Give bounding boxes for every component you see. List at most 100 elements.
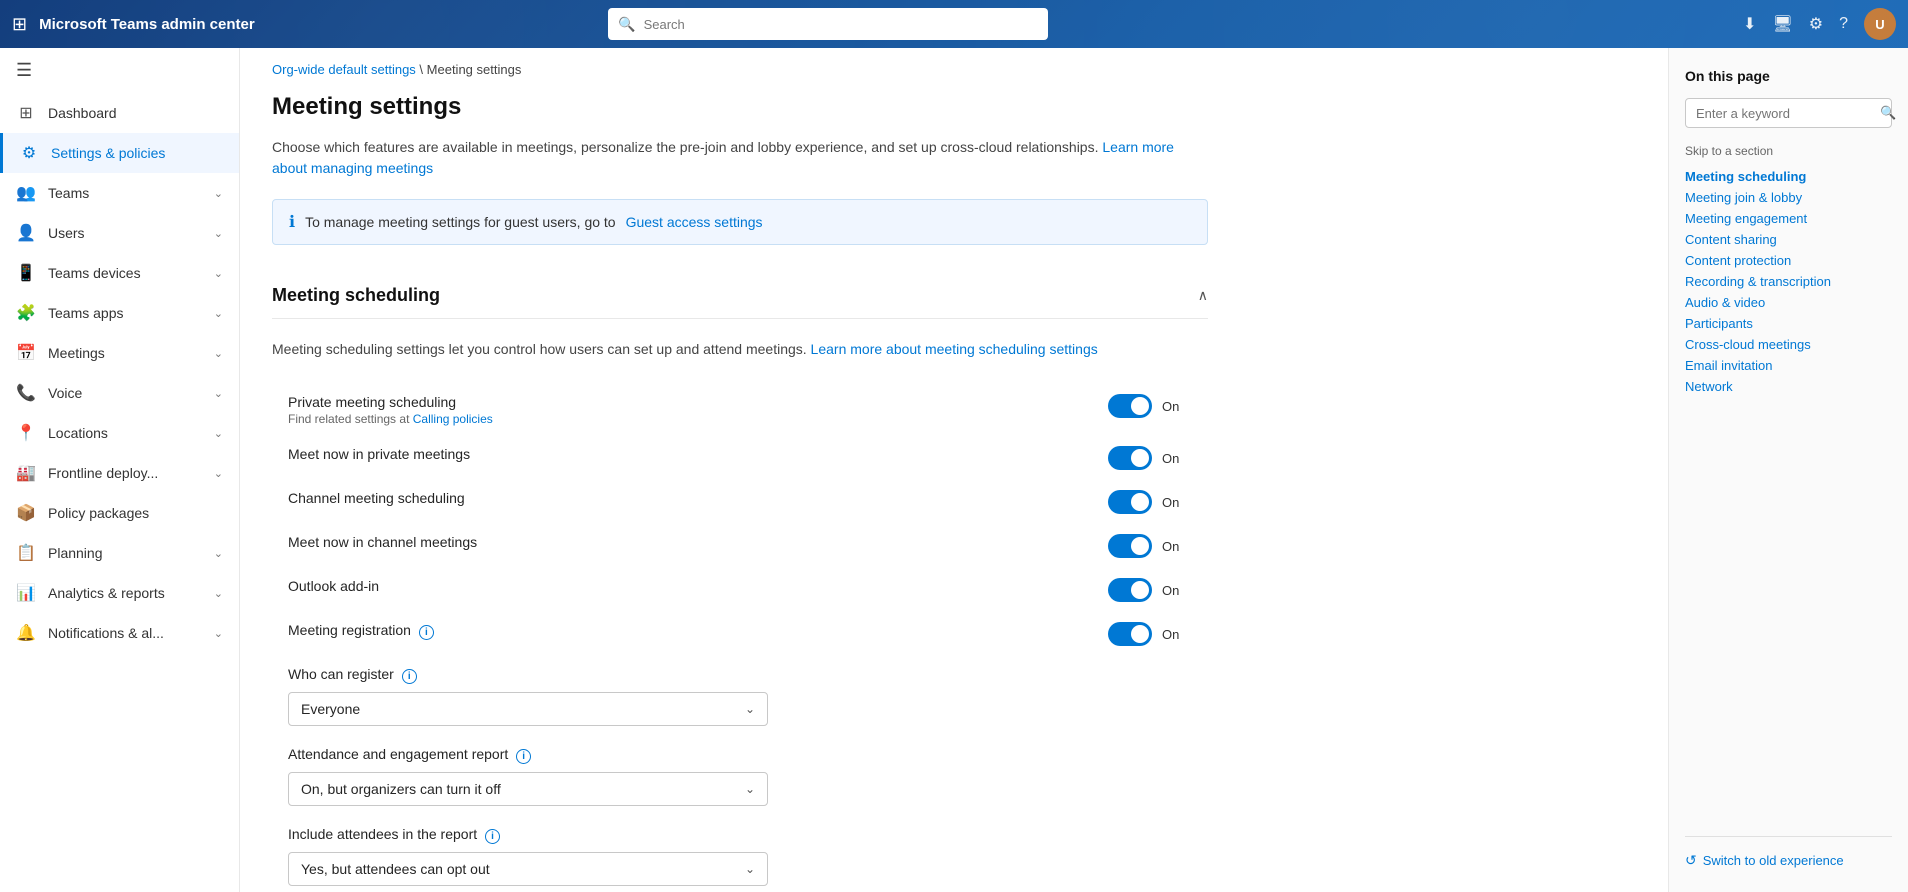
toggle-label: On <box>1162 583 1179 598</box>
grid-icon[interactable]: ⊞ <box>12 14 27 35</box>
meetings-icon: 📅 <box>16 343 36 363</box>
nav-recording-transcription[interactable]: Recording & transcription <box>1685 271 1892 292</box>
info-circle-icon[interactable]: i <box>516 749 531 764</box>
section-collapse-icon: ∧ <box>1198 287 1208 304</box>
sidebar-item-voice[interactable]: 📞 Voice ⌄ <box>0 373 239 413</box>
locations-icon: 📍 <box>16 423 36 443</box>
sidebar: ☰ ⊞ Dashboard ⚙ Settings & policies 👥 Te… <box>0 48 240 892</box>
policy-packages-icon: 📦 <box>16 503 36 523</box>
sidebar-item-teams-apps[interactable]: 🧩 Teams apps ⌄ <box>0 293 239 333</box>
dashboard-icon: ⊞ <box>16 103 36 123</box>
sidebar-item-locations[interactable]: 📍 Locations ⌄ <box>0 413 239 453</box>
outlook-addin-toggle[interactable] <box>1108 578 1152 602</box>
setting-label-col: Outlook add-in <box>288 578 1092 594</box>
meet-now-channel-toggle[interactable] <box>1108 534 1152 558</box>
search-icon: 🔍 <box>1880 105 1896 121</box>
monitor-icon[interactable]: 🖥 <box>1772 14 1792 34</box>
meeting-registration-toggle[interactable] <box>1108 622 1152 646</box>
setting-label: Outlook add-in <box>288 578 1092 594</box>
toggle-label: On <box>1162 627 1179 642</box>
nav-email-invitation[interactable]: Email invitation <box>1685 355 1892 376</box>
chevron-down-icon: ⌄ <box>745 782 755 796</box>
refresh-icon: ↺ <box>1685 852 1697 869</box>
section-description: Meeting scheduling settings let you cont… <box>272 339 1208 360</box>
sidebar-label: Planning <box>48 545 202 561</box>
sidebar-label: Settings & policies <box>51 145 223 161</box>
search-bar[interactable]: 🔍 <box>608 8 1048 40</box>
setting-control: On <box>1108 622 1208 646</box>
include-attendees-dropdown[interactable]: Yes, but attendees can opt out ⌄ <box>288 852 768 886</box>
settings-icon[interactable]: ⚙ <box>1809 14 1823 34</box>
keyword-search[interactable]: 🔍 <box>1685 98 1892 128</box>
sidebar-item-policy-packages[interactable]: 📦 Policy packages <box>0 493 239 533</box>
calling-policies-link[interactable]: Calling policies <box>413 412 493 426</box>
nav-content-protection[interactable]: Content protection <box>1685 250 1892 271</box>
guest-access-link[interactable]: Guest access settings <box>626 214 763 230</box>
meet-now-private-toggle[interactable] <box>1108 446 1152 470</box>
info-circle-icon[interactable]: i <box>402 669 417 684</box>
sidebar-item-frontline-deploy[interactable]: 🏭 Frontline deploy... ⌄ <box>0 453 239 493</box>
sidebar-item-teams[interactable]: 👥 Teams ⌄ <box>0 173 239 213</box>
skip-label: Skip to a section <box>1685 144 1892 158</box>
page-description: Choose which features are available in m… <box>272 137 1208 179</box>
analytics-icon: 📊 <box>16 583 36 603</box>
teams-devices-icon: 📱 <box>16 263 36 283</box>
setting-label: Meet now in channel meetings <box>288 534 1092 550</box>
avatar[interactable]: U <box>1864 8 1896 40</box>
channel-meeting-toggle[interactable] <box>1108 490 1152 514</box>
voice-icon: 📞 <box>16 383 36 403</box>
help-icon[interactable]: ? <box>1839 15 1848 33</box>
learn-more-link[interactable]: Learn more about managing meetings <box>272 139 1174 176</box>
nav-audio-video[interactable]: Audio & video <box>1685 292 1892 313</box>
setting-row-meet-now-private: Meet now in private meetings On <box>272 436 1208 480</box>
search-input[interactable] <box>644 17 1039 32</box>
switch-old-experience[interactable]: ↺ Switch to old experience <box>1685 849 1892 872</box>
private-meeting-toggle[interactable] <box>1108 394 1152 418</box>
sidebar-item-teams-devices[interactable]: 📱 Teams devices ⌄ <box>0 253 239 293</box>
setting-row-include-attendees: Include attendees in the report i Yes, b… <box>272 816 1208 892</box>
sidebar-label: Teams apps <box>48 305 202 321</box>
info-circle-icon[interactable]: i <box>419 625 434 640</box>
nav-network[interactable]: Network <box>1685 376 1892 397</box>
sidebar-item-settings-policies[interactable]: ⚙ Settings & policies <box>0 133 239 173</box>
nav-meeting-engagement[interactable]: Meeting engagement <box>1685 208 1892 229</box>
setting-label: Channel meeting scheduling <box>288 490 1092 506</box>
notifications-icon: 🔔 <box>16 623 36 643</box>
download-icon[interactable]: ⬇ <box>1743 14 1756 34</box>
setting-label: Meet now in private meetings <box>288 446 1092 462</box>
sidebar-label: Meetings <box>48 345 202 361</box>
sidebar-item-notifications[interactable]: 🔔 Notifications & al... ⌄ <box>0 613 239 653</box>
breadcrumb-parent[interactable]: Org-wide default settings <box>272 62 416 77</box>
keyword-input[interactable] <box>1696 106 1872 121</box>
app-title: Microsoft Teams admin center <box>39 16 255 33</box>
setting-row-channel-meeting: Channel meeting scheduling On <box>272 480 1208 524</box>
setting-label: Attendance and engagement report i <box>288 746 531 764</box>
scheduling-learn-more-link[interactable]: Learn more about meeting scheduling sett… <box>811 341 1098 357</box>
nav-cross-cloud-meetings[interactable]: Cross-cloud meetings <box>1685 334 1892 355</box>
section-header[interactable]: Meeting scheduling ∧ <box>272 273 1208 319</box>
nav-participants[interactable]: Participants <box>1685 313 1892 334</box>
chevron-down-icon: ⌄ <box>214 307 223 320</box>
nav-meeting-join-lobby[interactable]: Meeting join & lobby <box>1685 187 1892 208</box>
attendance-dropdown[interactable]: On, but organizers can turn it off ⌄ <box>288 772 768 806</box>
sidebar-item-planning[interactable]: 📋 Planning ⌄ <box>0 533 239 573</box>
chevron-down-icon: ⌄ <box>214 387 223 400</box>
chevron-down-icon: ⌄ <box>214 267 223 280</box>
sidebar-toggle[interactable]: ☰ <box>0 48 239 93</box>
chevron-down-icon: ⌄ <box>214 347 223 360</box>
setting-sublabel: Find related settings at Calling policie… <box>288 412 1092 426</box>
switch-old-label: Switch to old experience <box>1703 853 1844 868</box>
sidebar-label: Locations <box>48 425 202 441</box>
search-icon: 🔍 <box>618 16 635 33</box>
nav-content-sharing[interactable]: Content sharing <box>1685 229 1892 250</box>
sidebar-item-meetings[interactable]: 📅 Meetings ⌄ <box>0 333 239 373</box>
sidebar-item-users[interactable]: 👤 Users ⌄ <box>0 213 239 253</box>
who-can-register-dropdown[interactable]: Everyone ⌄ <box>288 692 768 726</box>
sidebar-item-analytics-reports[interactable]: 📊 Analytics & reports ⌄ <box>0 573 239 613</box>
sidebar-item-dashboard[interactable]: ⊞ Dashboard <box>0 93 239 133</box>
info-circle-icon[interactable]: i <box>485 829 500 844</box>
toggle-label: On <box>1162 451 1179 466</box>
nav-meeting-scheduling[interactable]: Meeting scheduling <box>1685 166 1892 187</box>
page-content: Meeting settings Choose which features a… <box>240 85 1240 892</box>
breadcrumb-separator: \ <box>419 62 426 77</box>
